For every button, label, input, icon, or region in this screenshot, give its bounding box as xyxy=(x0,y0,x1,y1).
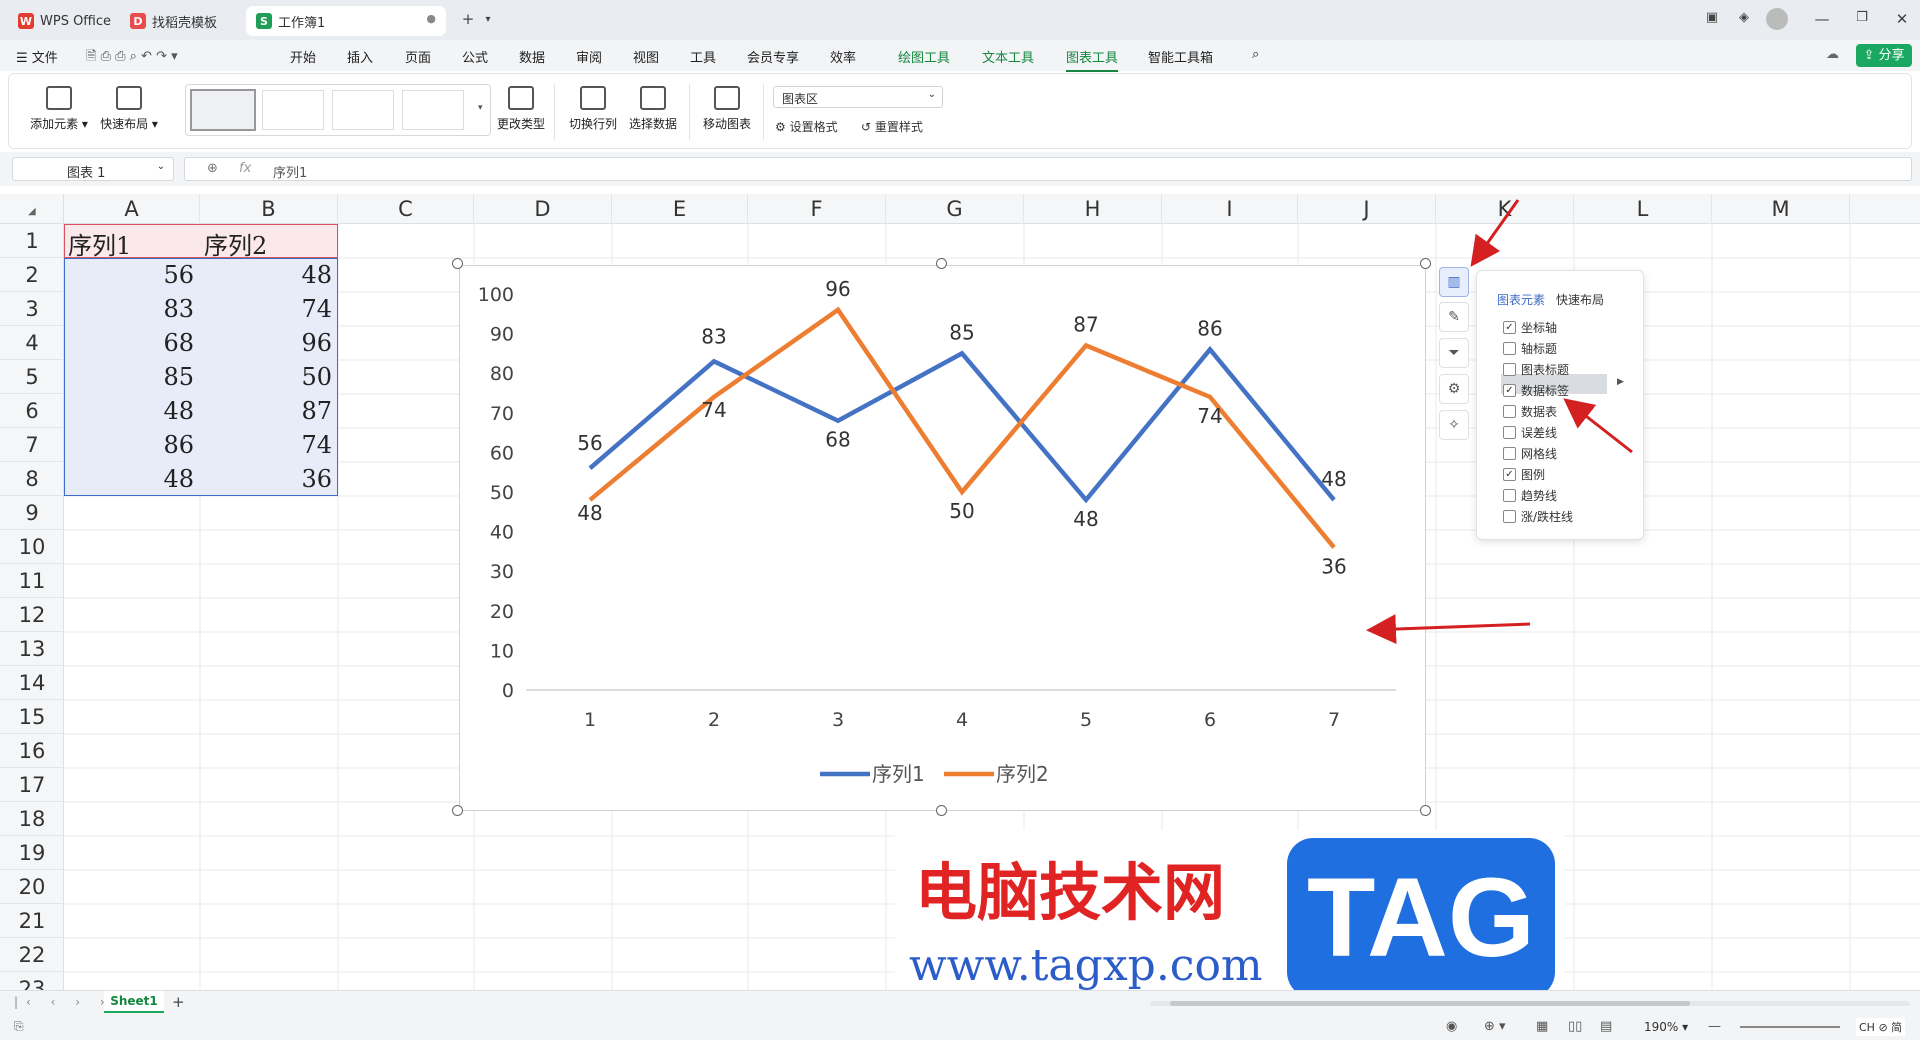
watermark-title: 电脑技术网 xyxy=(915,856,1226,929)
watermark-url: www.tagxp.com xyxy=(909,940,1263,991)
reading-view-icon[interactable]: ▯▯ xyxy=(1568,1019,1582,1034)
watermark-logo: TAG xyxy=(1287,838,1555,998)
zoom-value: 190% xyxy=(1644,1020,1679,1034)
sheet-tab-sheet1[interactable]: Sheet1 xyxy=(104,991,164,1013)
normal-view-icon[interactable]: ▦ xyxy=(1536,1019,1548,1034)
cell-mode-icon[interactable]: ⊕ ▾ xyxy=(1484,1019,1506,1034)
arrow-to-chart xyxy=(1366,614,1531,645)
zoom-slider[interactable] xyxy=(1740,1026,1840,1028)
zoom-out-icon[interactable]: — xyxy=(1708,1019,1721,1034)
eye-icon[interactable]: ◉ xyxy=(1446,1019,1457,1034)
arrow-to-data-labels xyxy=(1563,398,1633,454)
macro-icon[interactable]: ⎘ xyxy=(14,1019,24,1034)
status-bar: ⎘ ◉ ⊕ ▾ ▦ ▯▯ ▤ 190% ▾ — CH ⊘ 简 xyxy=(0,1015,1920,1040)
ime-indicator: CH ⊘ 简 xyxy=(1856,1018,1906,1036)
add-sheet-icon[interactable]: + xyxy=(172,993,185,1011)
watermark: 电脑技术网 www.tagxp.com TAG xyxy=(895,830,1565,1000)
sheet-bar: |‹ ‹ › ›| Sheet1 + xyxy=(0,990,1920,1015)
zoom-level[interactable]: 190% ▾ xyxy=(1644,1020,1688,1034)
horizontal-scrollbar[interactable] xyxy=(1150,1001,1910,1006)
arrow-to-elements-icon xyxy=(1470,199,1520,267)
page-view-icon[interactable]: ▤ xyxy=(1600,1019,1612,1034)
